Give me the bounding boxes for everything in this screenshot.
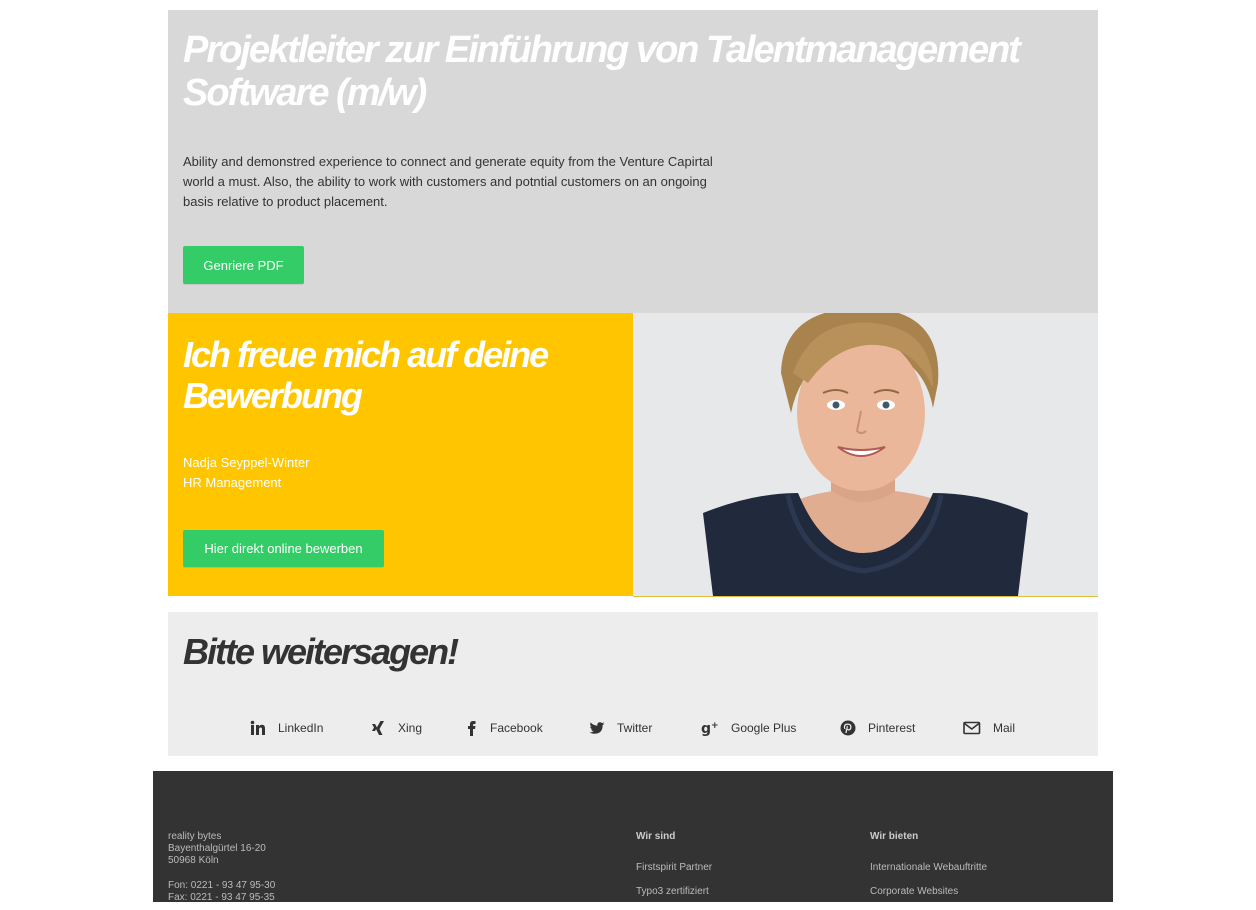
footer-heading-wir-sind: Wir sind bbox=[636, 831, 676, 842]
share-pinterest[interactable]: Pinterest bbox=[840, 716, 915, 740]
svg-text:+: + bbox=[711, 721, 719, 731]
job-section: Projektleiter zur Einführung von Talentm… bbox=[168, 10, 1098, 313]
generate-pdf-button[interactable]: Genriere PDF bbox=[183, 246, 304, 284]
footer-link[interactable]: Internationale Webauftritte bbox=[870, 862, 987, 874]
facebook-icon bbox=[468, 721, 476, 736]
share-facebook[interactable]: Facebook bbox=[466, 716, 543, 740]
contact-name: Nadja Seyppel-Winter bbox=[183, 455, 310, 470]
share-twitter[interactable]: Twitter bbox=[589, 716, 652, 740]
share-label: Pinterest bbox=[868, 721, 916, 735]
city: 50968 Köln bbox=[168, 855, 219, 866]
footer-link[interactable]: Corporate Websites bbox=[870, 886, 987, 898]
person-portrait-image bbox=[633, 313, 1098, 596]
share-linkedin[interactable]: LinkedIn bbox=[250, 716, 323, 740]
google-plus-icon: g + bbox=[701, 721, 719, 736]
job-description: Ability and demonstred experience to con… bbox=[183, 154, 713, 209]
share-xing[interactable]: Xing bbox=[370, 716, 422, 740]
street: Bayenthalgürtel 16-20 bbox=[168, 843, 266, 854]
twitter-icon bbox=[589, 722, 605, 734]
linkedin-icon bbox=[250, 720, 265, 735]
footer-wir-bieten: Wir bieten Internationale Webauftritte C… bbox=[870, 831, 987, 910]
contact-role: HR Management bbox=[183, 475, 282, 490]
svg-text:g: g bbox=[701, 721, 711, 736]
footer-wir-sind: Wir sind Firstspirit Partner Typo3 zerti… bbox=[636, 831, 712, 910]
apply-title: Ich freue mich auf deine Bewerbung bbox=[183, 334, 549, 416]
apply-online-button[interactable]: Hier direkt online bewerben bbox=[183, 530, 384, 567]
share-label: Facebook bbox=[490, 721, 543, 735]
contact-info: Nadja Seyppel-Winter HR Management bbox=[183, 453, 618, 493]
footer-heading-wir-bieten: Wir bieten bbox=[870, 831, 919, 842]
site-footer: reality bytes Bayenthalgürtel 16-20 5096… bbox=[153, 771, 1113, 904]
share-label: Google Plus bbox=[731, 721, 797, 735]
footer-link[interactable]: Typo3 zertifiziert bbox=[636, 886, 712, 898]
share-label: Mail bbox=[993, 721, 1016, 735]
phone: Fon: 0221 - 93 47 95-30 bbox=[168, 880, 276, 891]
contact-photo bbox=[633, 313, 1098, 597]
share-links: LinkedIn Xing Facebook Twitter g + Googl… bbox=[168, 716, 1098, 740]
footer-link[interactable]: Firstspirit Partner bbox=[636, 862, 712, 874]
share-title: Bitte weitersagen! bbox=[183, 631, 459, 672]
fax: Fax: 0221 - 93 47 95-35 bbox=[168, 892, 275, 903]
job-title: Projektleiter zur Einführung von Talentm… bbox=[183, 29, 1021, 114]
xing-icon bbox=[372, 721, 384, 735]
footer-address: reality bytes Bayenthalgürtel 16-20 5096… bbox=[168, 831, 275, 904]
company-name: reality bytes bbox=[168, 831, 222, 842]
share-section: Bitte weitersagen! LinkedIn Xing Faceboo… bbox=[168, 612, 1098, 756]
mail-icon bbox=[963, 721, 981, 735]
share-label: LinkedIn bbox=[278, 721, 324, 735]
share-label: Twitter bbox=[617, 721, 653, 735]
share-mail[interactable]: Mail bbox=[963, 716, 1015, 740]
share-google-plus[interactable]: g + Google Plus bbox=[701, 716, 796, 740]
share-label: Xing bbox=[398, 721, 423, 735]
apply-section: Ich freue mich auf deine Bewerbung Nadja… bbox=[168, 313, 633, 596]
pinterest-icon bbox=[840, 720, 856, 736]
